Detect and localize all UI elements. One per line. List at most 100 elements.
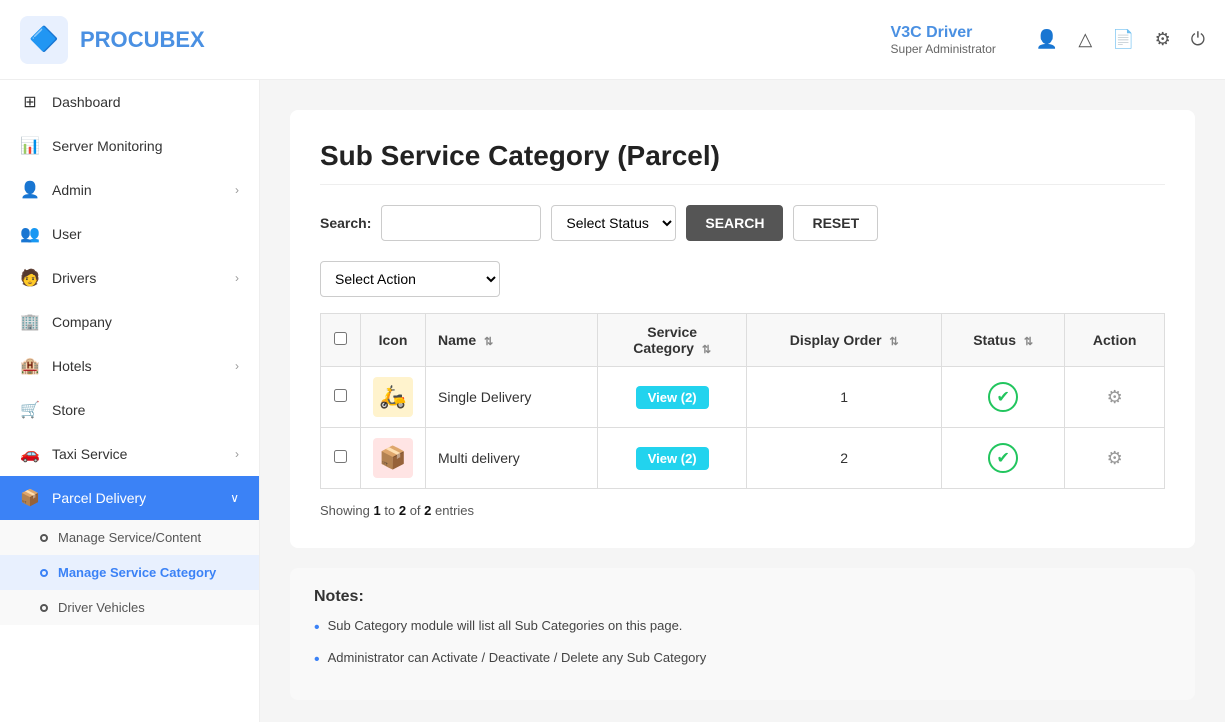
sidebar-label-dashboard: Dashboard	[52, 94, 121, 110]
logo-icon: 🔷	[29, 25, 59, 54]
col-header-service-category: ServiceCategory ⇅	[598, 314, 747, 367]
gear-icon[interactable]: ⚙	[1107, 387, 1123, 407]
brand-section: 🔷 PROCUBEX	[20, 16, 205, 64]
view-button[interactable]: View (2)	[636, 386, 709, 409]
sort-icon[interactable]: ⇅	[484, 336, 493, 348]
file-icon[interactable]: 📄	[1112, 29, 1134, 50]
sidebar-item-drivers[interactable]: 🧑 Drivers ›	[0, 256, 259, 300]
row-service-category: View (2)	[598, 428, 747, 489]
hotels-icon: 🏨	[20, 356, 40, 376]
sidebar-item-manage-service-category[interactable]: Manage Service Category	[0, 555, 259, 590]
sidebar-item-taxi-service[interactable]: 🚗 Taxi Service ›	[0, 432, 259, 476]
sidebar-item-parcel-delivery[interactable]: 📦 Parcel Delivery ∨	[0, 476, 259, 520]
sidebar-item-store[interactable]: 🛒 Store	[0, 388, 259, 432]
sidebar-item-driver-vehicles[interactable]: Driver Vehicles	[0, 590, 259, 625]
taxi-icon: 🚗	[20, 444, 40, 464]
topbar: 🔷 PROCUBEX V3C Driver Super Administrato…	[0, 0, 1225, 80]
page-card: Sub Service Category (Parcel) Search: Se…	[290, 110, 1195, 548]
dashboard-icon: ⊞	[20, 92, 40, 112]
row-checkbox	[321, 428, 361, 489]
col-header-name: Name ⇅	[426, 314, 598, 367]
admin-icon: 👤	[20, 180, 40, 200]
pagination-from: 1	[374, 503, 381, 518]
sidebar-item-company[interactable]: 🏢 Company	[0, 300, 259, 344]
settings-icon[interactable]: ⚙	[1155, 29, 1171, 50]
sidebar-label-parcel: Parcel Delivery	[52, 490, 146, 506]
sidebar-label-hotels: Hotels	[52, 358, 92, 374]
row-action: ⚙	[1065, 428, 1165, 489]
row-name: Single Delivery	[426, 367, 598, 428]
chevron-right-icon: ›	[235, 271, 239, 285]
sidebar-item-admin[interactable]: 👤 Admin ›	[0, 168, 259, 212]
user-icon: 👥	[20, 224, 40, 244]
row-icon: 🛵	[373, 377, 413, 417]
sidebar-label-admin: Admin	[52, 182, 92, 198]
bullet-icon: •	[314, 616, 320, 640]
notes-list: •Sub Category module will list all Sub C…	[314, 616, 1171, 672]
logo: 🔷	[20, 16, 68, 64]
status-select[interactable]: Select Status Active Inactive	[551, 205, 676, 241]
sidebar-label-company: Company	[52, 314, 112, 330]
sidebar-label-drivers: Drivers	[52, 270, 96, 286]
app-name: V3C Driver	[891, 24, 996, 42]
person-icon[interactable]: 👤	[1036, 29, 1058, 50]
row-select-checkbox[interactable]	[334, 389, 347, 402]
col-header-icon: Icon	[361, 314, 426, 367]
chevron-right-icon: ›	[235, 447, 239, 461]
sort-icon[interactable]: ⇅	[702, 344, 711, 356]
sidebar-label-user: User	[52, 226, 82, 242]
status-check-icon: ✔	[988, 443, 1018, 473]
sidebar-label-taxi: Taxi Service	[52, 446, 127, 462]
search-input[interactable]	[381, 205, 541, 241]
parcel-icon: 📦	[20, 488, 40, 508]
power-icon[interactable]: ⏻	[1191, 29, 1205, 50]
col-header-checkbox	[321, 314, 361, 367]
row-status: ✔	[941, 428, 1064, 489]
row-select-checkbox[interactable]	[334, 450, 347, 463]
row-service-category: View (2)	[598, 367, 747, 428]
sidebar-item-hotels[interactable]: 🏨 Hotels ›	[0, 344, 259, 388]
sort-icon[interactable]: ⇅	[889, 336, 898, 348]
col-header-display-order: Display Order ⇅	[747, 314, 942, 367]
company-icon: 🏢	[20, 312, 40, 332]
gear-icon[interactable]: ⚙	[1107, 448, 1123, 468]
bullet-icon: •	[314, 648, 320, 672]
chevron-down-icon: ∨	[230, 491, 239, 505]
note-item: •Sub Category module will list all Sub C…	[314, 616, 1171, 640]
action-select[interactable]: Select Action Delete	[320, 261, 500, 297]
circle-dot-icon	[40, 604, 48, 612]
view-button[interactable]: View (2)	[636, 447, 709, 470]
divider	[320, 184, 1165, 185]
page-title: Sub Service Category (Parcel)	[320, 140, 1165, 172]
search-bar: Search: Select Status Active Inactive SE…	[320, 205, 1165, 241]
sort-icon[interactable]: ⇅	[1024, 336, 1033, 348]
select-all-checkbox[interactable]	[334, 332, 347, 345]
sidebar-item-manage-service-content[interactable]: Manage Service/Content	[0, 520, 259, 555]
sub-label-manage-category: Manage Service Category	[58, 565, 216, 580]
search-button[interactable]: SEARCH	[686, 205, 783, 241]
row-icon: 📦	[373, 438, 413, 478]
sidebar-item-user[interactable]: 👥 User	[0, 212, 259, 256]
sub-label-driver-vehicles: Driver Vehicles	[58, 600, 145, 615]
row-display-order: 2	[747, 428, 942, 489]
brand-name: PROCUBEX	[80, 27, 205, 53]
data-table: Icon Name ⇅ ServiceCategory ⇅ Display Or…	[320, 313, 1165, 489]
reset-button[interactable]: RESET	[793, 205, 878, 241]
layout: ⊞ Dashboard 📊 Server Monitoring 👤 Admin …	[0, 80, 1225, 722]
table-row: 🛵 Single Delivery View (2) 1 ✔ ⚙	[321, 367, 1165, 428]
row-name: Multi delivery	[426, 428, 598, 489]
status-check-icon: ✔	[988, 382, 1018, 412]
pagination-total: 2	[424, 503, 431, 518]
row-icon-cell: 📦	[361, 428, 426, 489]
topbar-title: V3C Driver Super Administrator	[891, 24, 996, 56]
sidebar-item-server-monitoring[interactable]: 📊 Server Monitoring	[0, 124, 259, 168]
action-select-wrapper: Select Action Delete	[320, 261, 1165, 313]
sub-label-manage-content: Manage Service/Content	[58, 530, 201, 545]
parcel-sub-menu: Manage Service/Content Manage Service Ca…	[0, 520, 259, 625]
app-subtitle: Super Administrator	[891, 42, 996, 56]
search-label: Search:	[320, 215, 371, 231]
sidebar-item-dashboard[interactable]: ⊞ Dashboard	[0, 80, 259, 124]
main-content: Sub Service Category (Parcel) Search: Se…	[260, 80, 1225, 722]
warning-icon[interactable]: △	[1078, 29, 1092, 50]
circle-dot-icon	[40, 534, 48, 542]
